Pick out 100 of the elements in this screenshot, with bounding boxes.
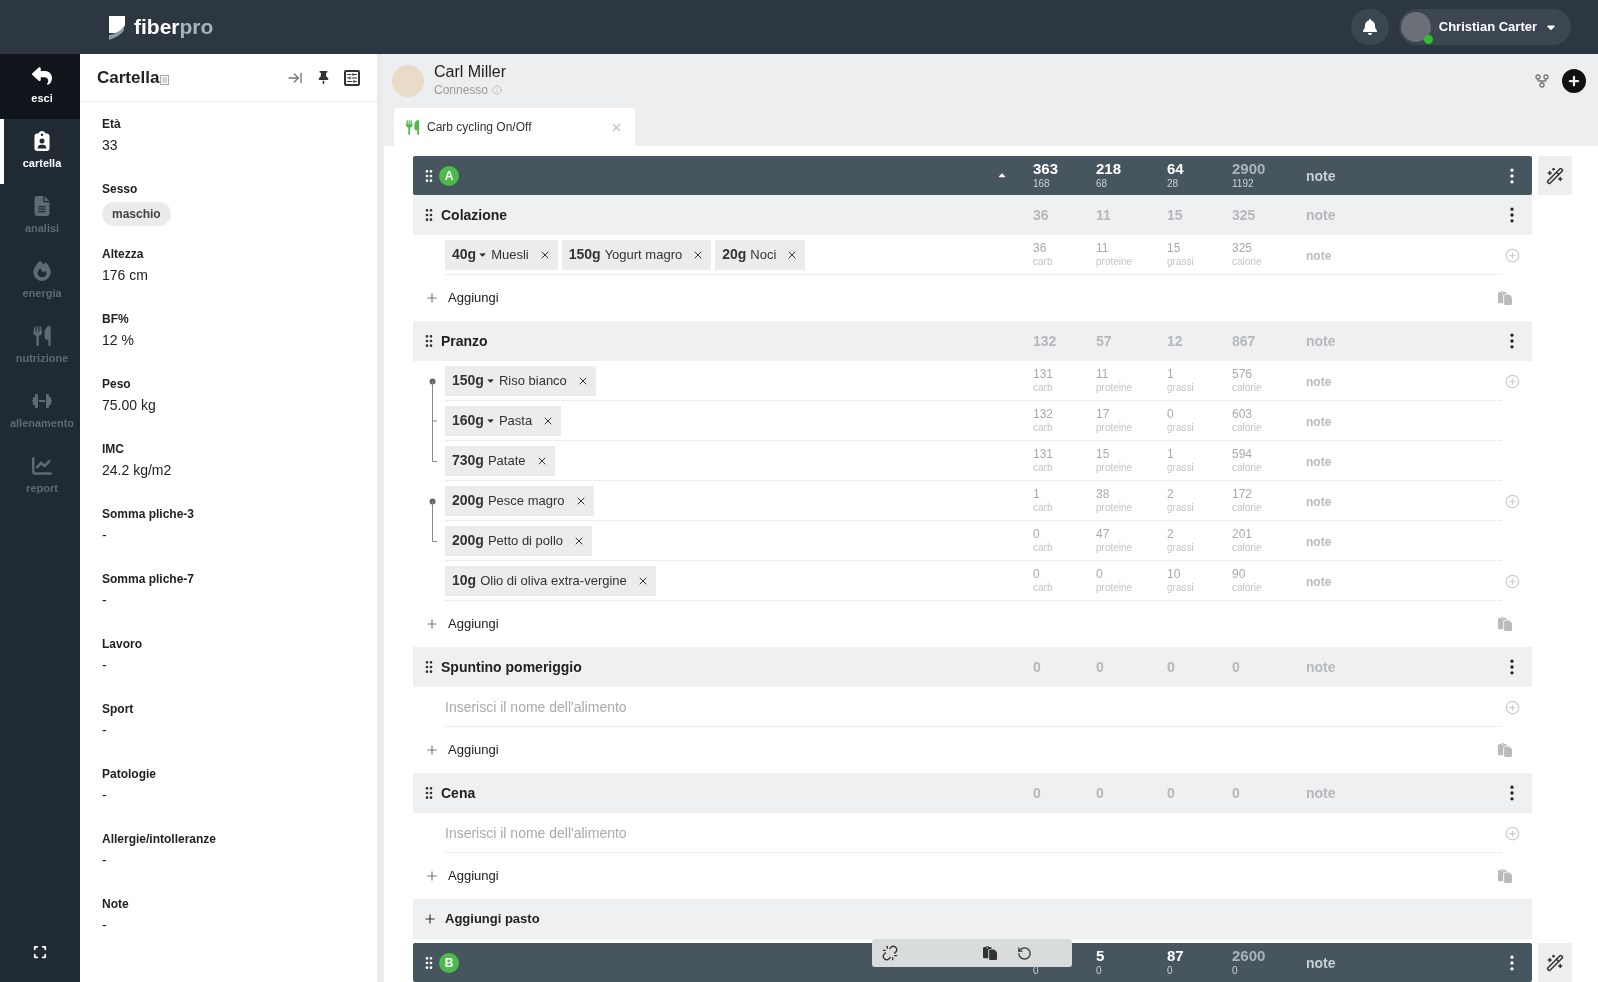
plan-total: 87 xyxy=(1167,947,1185,963)
food-chip[interactable]: 200g Pesce magro xyxy=(445,485,594,516)
caret-icon[interactable] xyxy=(485,376,495,385)
nutrient-value: 1 xyxy=(1033,486,1041,501)
meal-total: 0 xyxy=(1167,785,1175,801)
meal-total: 12 xyxy=(1167,333,1183,349)
nutrient-value: 594 xyxy=(1232,446,1254,461)
nutrient-unit: calorie xyxy=(1232,420,1263,435)
nutrient-unit: calorie xyxy=(1232,580,1263,595)
nutrient-value: 2 xyxy=(1167,486,1175,501)
bell-icon xyxy=(1361,19,1378,35)
nutrient-value: 0 xyxy=(1033,566,1041,581)
unlink-icon[interactable] xyxy=(882,945,898,961)
nutrient-value: 0 xyxy=(1167,406,1175,421)
fullscreen-icon[interactable] xyxy=(33,945,47,959)
meal-total: 0 xyxy=(1096,659,1104,675)
meal-name: Pranzo xyxy=(441,331,489,351)
nutrient-value: 325 xyxy=(1232,240,1254,255)
logo-accent: pro xyxy=(179,14,214,41)
nav-icon xyxy=(32,326,52,347)
field-label: IMC xyxy=(102,441,124,458)
add-food-link[interactable]: Aggiungi xyxy=(448,866,499,886)
meal-total: 0 xyxy=(1167,659,1175,675)
branch-icon[interactable] xyxy=(1534,73,1550,89)
meal-name: Cena xyxy=(441,783,477,803)
plan-tab[interactable]: Carb cycling On/Off xyxy=(394,108,635,146)
note-link[interactable]: note xyxy=(1306,954,1336,971)
user-avatar xyxy=(1400,12,1431,42)
nutrient-value: 131 xyxy=(1033,366,1055,381)
food-chip[interactable]: 150g Yogurt magro xyxy=(561,239,712,270)
nutrient-unit: calorie xyxy=(1232,254,1263,269)
food-chip[interactable]: 10g Olio di oliva extra-vergine xyxy=(445,565,656,596)
field-value: - xyxy=(102,591,107,610)
notifications-button[interactable] xyxy=(1350,9,1389,45)
field-label: Altezza xyxy=(102,246,144,263)
meal-name: Colazione xyxy=(441,205,509,225)
add-food-link[interactable]: Aggiungi xyxy=(448,614,499,634)
meal-total: 0 xyxy=(1096,785,1104,801)
nutrient-value: 576 xyxy=(1232,366,1254,381)
caret-icon[interactable] xyxy=(485,416,495,425)
nutrient-value: 15 xyxy=(1167,240,1182,255)
nutrient-unit: calorie xyxy=(1232,460,1263,475)
food-chip[interactable]: 200g Petto di pollo xyxy=(445,525,593,556)
nutrient-unit: proteine xyxy=(1096,580,1134,595)
logo-icon xyxy=(106,14,128,40)
food-chip[interactable]: 150g Riso bianco xyxy=(445,365,596,396)
cutlery-icon xyxy=(406,119,419,135)
food-chip[interactable]: 40g Muesli xyxy=(445,239,558,270)
field-value: - xyxy=(102,786,107,805)
nav-icon xyxy=(32,456,52,477)
settings-icon[interactable] xyxy=(344,69,360,86)
plan-total: 218 xyxy=(1096,160,1123,176)
meal-total: 57 xyxy=(1096,333,1112,349)
nutrient-value: 1 xyxy=(1167,446,1175,461)
add-icon[interactable] xyxy=(1562,69,1586,93)
field-value: 176 cm xyxy=(102,266,148,285)
plan-subtotal: 1192 xyxy=(1232,176,1255,191)
sex-tag: maschio xyxy=(102,202,171,226)
plan-total: 2600 xyxy=(1232,947,1267,963)
food-chip[interactable]: 20g Noci xyxy=(715,239,806,270)
nav-icon xyxy=(32,66,52,87)
note-link[interactable]: note xyxy=(1306,167,1336,184)
magic-button[interactable] xyxy=(1538,943,1572,982)
add-meal-bar[interactable]: Aggiungi pasto xyxy=(413,899,1532,939)
add-food-link[interactable]: Aggiungi xyxy=(448,288,499,308)
nutrient-value: 17 xyxy=(1096,406,1111,421)
caret-icon[interactable] xyxy=(478,250,488,259)
field-value: - xyxy=(102,656,107,675)
field-value: - xyxy=(102,526,107,545)
nutrient-value: 38 xyxy=(1096,486,1111,501)
nav-icon xyxy=(32,131,52,152)
add-food-link[interactable]: Aggiungi xyxy=(448,740,499,760)
paste-icon[interactable] xyxy=(983,946,997,960)
food-chip[interactable]: 160g Pasta xyxy=(445,405,562,436)
food-search-field[interactable]: Inserisci il nome dell'alimento xyxy=(445,687,1502,727)
food-chip[interactable]: 730g Patate xyxy=(445,445,555,476)
plan-subtotal: 0 xyxy=(1167,963,1174,978)
field-label: Somma pliche-3 xyxy=(102,506,195,523)
nutrient-unit: calorie xyxy=(1232,540,1263,555)
field-value: - xyxy=(102,851,107,870)
nutrient-unit: calorie xyxy=(1232,380,1263,395)
pin-icon[interactable] xyxy=(317,71,330,84)
undo-icon[interactable] xyxy=(1017,945,1032,961)
nav-item[interactable]: esci xyxy=(0,54,80,119)
field-value: 24.2 kg/m2 xyxy=(102,461,172,480)
nutrient-value: 15 xyxy=(1096,446,1111,461)
food-search-field[interactable]: Inserisci il nome dell'alimento xyxy=(445,813,1502,853)
nutrient-value: 10 xyxy=(1167,566,1182,581)
field-label: Età xyxy=(102,116,121,133)
meal-total: 0 xyxy=(1232,659,1240,675)
nutrient-value: 603 xyxy=(1232,406,1254,421)
meal-total: 36 xyxy=(1033,207,1049,223)
magic-button[interactable] xyxy=(1538,156,1572,195)
panel-title: Cartella xyxy=(97,66,160,89)
field-label: Somma pliche-7 xyxy=(102,571,195,588)
user-menu[interactable]: Christian Carter xyxy=(1398,9,1571,45)
nutrient-unit: proteine xyxy=(1096,460,1134,475)
field-value: 75.00 kg xyxy=(102,396,156,415)
meal-total: 132 xyxy=(1033,333,1057,349)
meal-total: 15 xyxy=(1167,207,1183,223)
